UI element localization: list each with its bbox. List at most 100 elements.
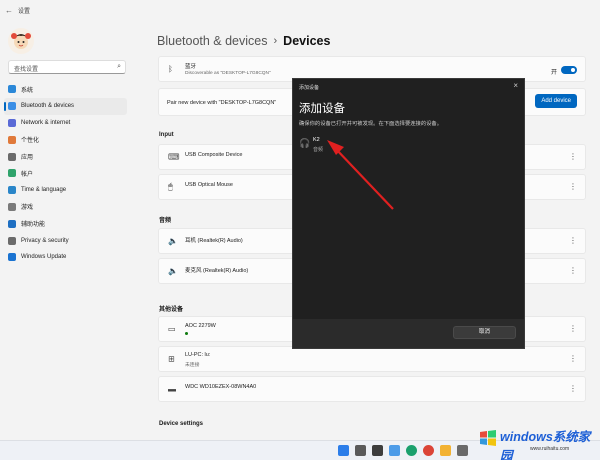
bluetooth-label: 蓝牙 bbox=[185, 64, 197, 70]
device-row[interactable]: ▬ WDC WD10EZEX-08WN4A0 ⋮ bbox=[158, 376, 586, 402]
dialog-heading: 添加设备 bbox=[299, 103, 345, 115]
device-name: USB Optical Mouse bbox=[185, 182, 233, 188]
more-options-icon[interactable]: ⋮ bbox=[569, 183, 577, 191]
globe-clock-icon bbox=[8, 186, 16, 195]
search-input[interactable]: 查找设置 ⌕ bbox=[8, 60, 126, 74]
sidebar-item-privacy[interactable]: Privacy & security bbox=[4, 232, 127, 249]
sidebar-item-label: 应用 bbox=[21, 155, 34, 162]
sidebar-item-system[interactable]: 系统 bbox=[4, 81, 127, 98]
device-name: 麦克风 (Realtek(R) Audio) bbox=[185, 268, 249, 274]
sidebar-item-label: Privacy & security bbox=[21, 237, 69, 244]
more-options-icon[interactable]: ⋮ bbox=[569, 237, 577, 245]
discovered-device-k2[interactable]: 🎧 K2 音频 bbox=[299, 136, 359, 154]
sidebar-item-label: Time & language bbox=[21, 187, 67, 194]
sidebar-item-bluetooth-devices[interactable]: Bluetooth & devices bbox=[4, 97, 127, 115]
device-name: LU-PC: lu: bbox=[185, 352, 211, 358]
more-options-icon[interactable]: ⋮ bbox=[569, 267, 577, 275]
search-icon: ⌕ bbox=[117, 63, 121, 70]
speaker-icon: 🔈 bbox=[168, 266, 178, 276]
sidebar-item-label: 辅助功能 bbox=[21, 222, 46, 229]
breadcrumb-parent[interactable]: Bluetooth & devices bbox=[157, 34, 268, 48]
sidebar-item-windows-update[interactable]: Windows Update bbox=[4, 249, 127, 266]
section-input: Input bbox=[159, 132, 174, 138]
brush-icon bbox=[8, 135, 16, 144]
watermark-title: windows系统家园 bbox=[500, 430, 591, 460]
back-button[interactable]: ← bbox=[0, 6, 18, 15]
account-icon bbox=[8, 169, 16, 178]
dialog-description: 确保你的设备已打开并可被发现。在下面选择要连接的设备。 bbox=[299, 121, 443, 127]
device-row[interactable]: ⊞ LU-PC: lu: 未连接 ⋮ bbox=[158, 346, 586, 372]
sidebar-item-label: 个性化 bbox=[21, 138, 40, 145]
device-type: 音频 bbox=[313, 147, 324, 153]
gamepad-icon bbox=[8, 202, 16, 211]
sidebar-item-label: 游戏 bbox=[21, 205, 34, 212]
sidebar-item-gaming[interactable]: 游戏 bbox=[4, 199, 127, 216]
close-icon[interactable]: × bbox=[513, 81, 518, 90]
more-options-icon[interactable]: ⋮ bbox=[569, 153, 577, 161]
widgets-icon[interactable] bbox=[389, 445, 400, 456]
sidebar-item-label: 帐户 bbox=[21, 171, 34, 178]
apps-icon bbox=[8, 152, 16, 161]
avatar-image bbox=[11, 33, 31, 49]
device-name: K2 bbox=[313, 137, 320, 143]
add-device-dialog: 添加设备 × 添加设备 确保你的设备已打开并可被发现。在下面选择要连接的设备。 … bbox=[292, 78, 525, 349]
sidebar-item-label: Bluetooth & devices bbox=[21, 103, 75, 110]
accessibility-icon bbox=[8, 219, 16, 228]
monitor-icon bbox=[8, 85, 16, 94]
dialog-footer: 取消 bbox=[293, 319, 524, 348]
section-audio: 音频 bbox=[159, 218, 172, 224]
sidebar-item-label: Network & internet bbox=[21, 119, 71, 126]
sidebar-item-time-language[interactable]: Time & language bbox=[4, 182, 127, 199]
bluetooth-toggle-label: 开 bbox=[550, 70, 557, 76]
dialog-title: 添加设备 bbox=[299, 85, 320, 91]
chevron-right-icon: › bbox=[273, 35, 278, 47]
edge-icon[interactable] bbox=[406, 445, 417, 456]
add-device-button[interactable]: Add device bbox=[535, 94, 577, 108]
sidebar: 查找设置 ⌕ 系统 Bluetooth & devices Network & … bbox=[0, 20, 135, 440]
settings-icon[interactable] bbox=[457, 445, 468, 456]
bluetooth-icon bbox=[8, 102, 16, 111]
sidebar-item-label: Windows Update bbox=[21, 254, 67, 261]
mouse-icon: 🖱 bbox=[168, 182, 173, 191]
start-icon[interactable] bbox=[338, 445, 349, 456]
more-options-icon[interactable]: ⋮ bbox=[569, 385, 577, 393]
sidebar-item-apps[interactable]: 应用 bbox=[4, 148, 127, 165]
drive-icon: ▬ bbox=[168, 384, 176, 394]
breadcrumb: Bluetooth & devices › Devices bbox=[157, 34, 330, 48]
headset-icon: 🎧 bbox=[299, 138, 311, 148]
monitor-icon: ▭ bbox=[168, 324, 176, 334]
chrome-icon[interactable] bbox=[423, 445, 434, 456]
avatar[interactable] bbox=[8, 28, 34, 54]
watermark: windows系统家园 www.ruihaitu.com bbox=[478, 424, 598, 460]
explorer-icon[interactable] bbox=[440, 445, 451, 456]
page-title: Devices bbox=[283, 34, 331, 48]
network-device-icon: ⊞ bbox=[168, 354, 175, 364]
status-dot bbox=[185, 332, 188, 335]
sidebar-item-network[interactable]: Network & internet bbox=[4, 115, 127, 132]
device-name: AOC 2279W bbox=[185, 323, 216, 329]
window-title: 设置 bbox=[18, 8, 31, 15]
taskbar-icons bbox=[338, 445, 468, 456]
pair-label: Pair new device with "DESKTOP-L7G8CQN" bbox=[167, 100, 277, 106]
sidebar-item-accessibility[interactable]: 辅助功能 bbox=[4, 215, 127, 232]
sidebar-item-accounts[interactable]: 帐户 bbox=[4, 165, 127, 182]
device-name: USB Composite Device bbox=[185, 152, 243, 158]
watermark-logo bbox=[480, 430, 496, 446]
more-options-icon[interactable]: ⋮ bbox=[569, 325, 577, 333]
sidebar-item-personalization[interactable]: 个性化 bbox=[4, 131, 127, 148]
section-other-devices: 其他设备 bbox=[159, 307, 184, 313]
taskview-icon[interactable] bbox=[372, 445, 383, 456]
bluetooth-toggle[interactable] bbox=[561, 66, 577, 74]
search-icon[interactable] bbox=[355, 445, 366, 456]
update-icon bbox=[8, 253, 16, 262]
bluetooth-discoverable: Discoverable as "DESKTOP-L7G8CQN" bbox=[185, 71, 271, 76]
speaker-icon: 🔈 bbox=[168, 236, 178, 246]
cancel-button[interactable]: 取消 bbox=[453, 326, 516, 339]
keyboard-icon: ⌨ bbox=[168, 152, 180, 162]
sidebar-nav: 系统 Bluetooth & devices Network & interne… bbox=[4, 81, 127, 266]
shield-icon bbox=[8, 236, 16, 245]
search-placeholder: 查找设置 bbox=[14, 67, 39, 73]
title-bar: ← 设置 bbox=[0, 0, 600, 20]
more-options-icon[interactable]: ⋮ bbox=[569, 355, 577, 363]
watermark-url: www.ruihaitu.com bbox=[530, 446, 570, 452]
